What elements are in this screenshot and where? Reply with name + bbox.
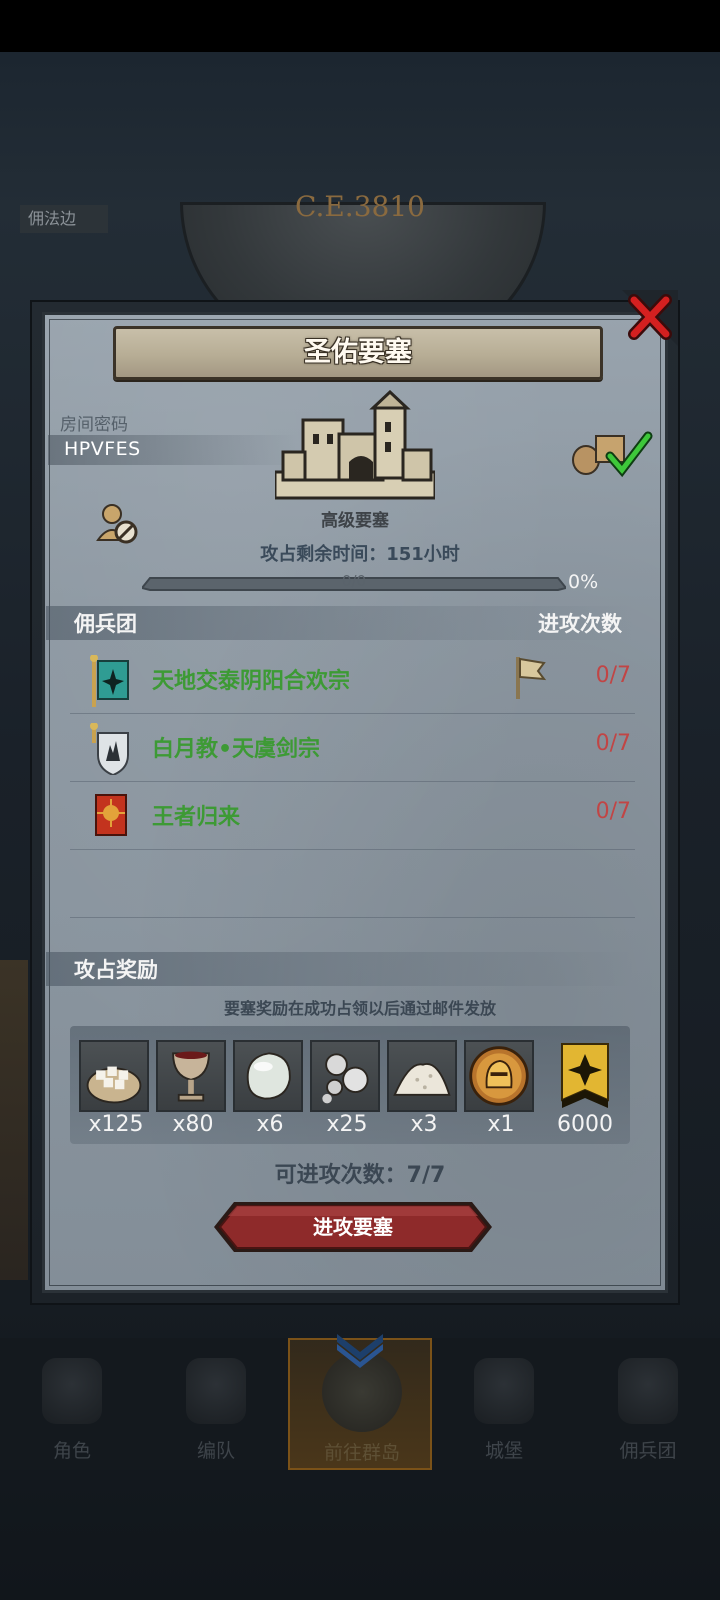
- era-label: C.E.3810: [295, 190, 425, 223]
- progress-text: 0/0: [341, 572, 367, 590]
- available-attack-count: 可进攻次数：7/7: [274, 1163, 446, 1188]
- no-visitors-icon[interactable]: [94, 500, 140, 546]
- gold-rank-badge-icon[interactable]: [556, 1040, 614, 1112]
- nav-item-character[interactable]: 角色: [0, 1338, 144, 1470]
- reward-quantity: x125: [88, 1112, 144, 1137]
- reward-quantity: x6: [256, 1112, 284, 1137]
- attack-count-column-header: 进攻次数: [538, 612, 622, 636]
- reward-section-title: 攻占奖励: [74, 958, 158, 982]
- nav-item-mercenary[interactable]: 佣兵团: [576, 1338, 720, 1470]
- supply-confirmed-icon[interactable]: [570, 430, 654, 478]
- background-tag: 佣法边: [20, 205, 108, 233]
- attack-count-value: 0/7: [595, 731, 631, 756]
- nav-item-castle[interactable]: 城堡: [432, 1338, 576, 1470]
- knight-helmet-coin-icon[interactable]: [464, 1040, 534, 1112]
- background-side-strip: [0, 960, 28, 1280]
- goblet-icon[interactable]: [156, 1040, 226, 1112]
- empty-mercenary-row: [70, 849, 635, 918]
- gem-stone-icon[interactable]: [233, 1040, 303, 1112]
- fortress-castle-icon: [275, 390, 435, 500]
- attack-fortress-button-label[interactable]: 进攻要塞: [212, 1200, 494, 1254]
- castle-icon: [474, 1358, 534, 1424]
- mercenary-row[interactable]: 王者归来 0/7: [70, 781, 635, 850]
- mercenary-name: 王者归来: [152, 805, 241, 830]
- sugar-sack-icon[interactable]: [79, 1040, 149, 1112]
- formation-helmet-icon: [186, 1358, 246, 1424]
- reward-note: 要塞奖励在成功占领以后通过邮件发放: [223, 999, 496, 1018]
- mercenary-name: 天地交泰阴阳合欢宗: [152, 669, 351, 694]
- dialog-title: 圣佑要塞: [304, 337, 412, 368]
- close-button[interactable]: [622, 290, 678, 346]
- mercenary-row[interactable]: 天地交泰阴阳合欢宗 0/7: [70, 645, 635, 714]
- status-bar: [0, 0, 720, 52]
- mercenary-section-title: 佣兵团: [74, 612, 137, 636]
- nav-label: 佣兵团: [619, 1440, 677, 1462]
- room-password-label: 房间密码: [60, 415, 128, 435]
- reward-quantity: 6000: [557, 1112, 613, 1137]
- salt-pile-icon[interactable]: [387, 1040, 457, 1112]
- knight-icon: [42, 1358, 102, 1424]
- flag-icon[interactable]: [512, 655, 548, 701]
- teal-banner-icon: [90, 655, 129, 707]
- mercenary-name: 白月教•天虞剑宗: [152, 737, 321, 762]
- mercenary-row[interactable]: 白月教•天虞剑宗 0/7: [70, 713, 635, 782]
- nav-item-formation[interactable]: 编队: [144, 1338, 288, 1470]
- capture-time-remaining: 攻占剩余时间：151小时: [260, 544, 460, 565]
- silver-pearls-icon[interactable]: [310, 1040, 380, 1112]
- reward-quantity: x1: [487, 1112, 515, 1137]
- room-password-value: HPVFES: [64, 438, 141, 460]
- attack-count-value: 0/7: [595, 799, 631, 824]
- nav-label: 角色: [52, 1440, 91, 1462]
- ship-icon: [618, 1358, 678, 1424]
- reward-quantity: x25: [326, 1112, 368, 1137]
- chevron-down-icon: [337, 1334, 383, 1368]
- reward-quantity: x80: [172, 1112, 214, 1137]
- nav-label: 前往群岛: [323, 1442, 400, 1464]
- reward-quantity: x3: [410, 1112, 438, 1137]
- dialog-title-plaque: 圣佑要塞: [113, 326, 603, 380]
- red-banner-icon: [95, 794, 127, 836]
- nav-label: 城堡: [484, 1440, 523, 1462]
- fortress-level-label: 高级要塞: [321, 511, 389, 531]
- attack-count-value: 0/7: [595, 663, 631, 688]
- nav-label: 编队: [196, 1440, 235, 1462]
- silver-shield-icon: [90, 723, 129, 775]
- progress-percent: 0%: [568, 571, 599, 593]
